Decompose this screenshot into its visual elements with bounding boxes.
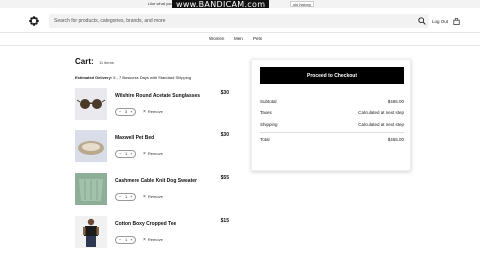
search-input[interactable] <box>54 14 414 28</box>
nav-pets[interactable]: Pets <box>253 36 262 41</box>
cart-title: Cart: <box>75 57 94 66</box>
remove-button[interactable]: × Remove <box>143 237 163 243</box>
total-row: Total $465.00 <box>260 137 404 145</box>
shipping-label: Shipping <box>260 122 278 127</box>
cart-item: Wilshire Round Acetate Sunglasses $30 − … <box>75 88 233 122</box>
proceed-to-checkout-button[interactable]: Proceed to Checkout <box>260 67 404 84</box>
decrease-quantity-button[interactable]: − <box>119 151 121 157</box>
quantity-stepper: − 1 + <box>115 150 136 158</box>
order-summary-panel: Proceed to Checkout Subtotal $465.00 Tax… <box>251 59 411 171</box>
subtotal-row: Subtotal $465.00 <box>260 99 404 107</box>
item-price: $15 <box>220 218 229 224</box>
item-price: $30 <box>220 90 229 96</box>
category-nav: Women Men Pets <box>0 33 480 46</box>
close-icon: × <box>143 151 146 157</box>
site-header: Log Out <box>0 8 480 33</box>
item-name[interactable]: Cotton Boxy Cropped Tee <box>115 221 176 227</box>
remove-label: Remove <box>147 151 163 156</box>
cropped-tee-image[interactable] <box>75 216 107 248</box>
quantity-value: 3 <box>125 109 128 114</box>
decrease-quantity-button[interactable]: − <box>119 237 121 243</box>
cart-item: Cotton Boxy Cropped Tee $15 − 1 + × Remov… <box>75 216 233 250</box>
taxes-row: Taxes Calculated at next step <box>260 110 404 118</box>
close-icon: × <box>143 109 146 115</box>
increase-quantity-button[interactable]: + <box>130 194 132 200</box>
sunglasses-image[interactable] <box>75 88 107 120</box>
remove-button[interactable]: × Remove <box>143 151 163 157</box>
brand-logo-icon[interactable] <box>29 16 39 26</box>
summary-divider <box>260 132 404 133</box>
cart-item: Cashmere Cable Knit Dog Sweater $55 − 1 … <box>75 173 233 207</box>
logout-link[interactable]: Log Out <box>432 19 448 24</box>
quantity-value: 1 <box>125 237 128 242</box>
remove-label: Remove <box>147 237 163 242</box>
cart-item-count: 11 items <box>99 60 114 65</box>
increase-quantity-button[interactable]: + <box>130 151 132 157</box>
quantity-stepper: − 1 + <box>115 236 136 244</box>
nav-men[interactable]: Men <box>234 36 243 41</box>
decrease-quantity-button[interactable]: − <box>119 194 121 200</box>
quantity-stepper: − 3 + <box>115 108 136 116</box>
remove-button[interactable]: × Remove <box>143 109 163 115</box>
quantity-value: 1 <box>125 151 128 156</box>
shipping-value: Calculated at next step <box>358 122 404 127</box>
quantity-value: 1 <box>125 194 128 199</box>
cart-item: Maxwell Pet Bed $30 − 1 + × Remove <box>75 130 233 164</box>
item-name[interactable]: Maxwell Pet Bed <box>115 135 154 141</box>
remove-button[interactable]: × Remove <box>143 194 163 200</box>
search-icon[interactable] <box>418 17 426 25</box>
pet-bed-image[interactable] <box>75 130 107 162</box>
item-price: $55 <box>220 175 229 181</box>
delivery-label: Estimated Delivery: <box>75 75 113 80</box>
taxes-value: Calculated at next step <box>358 110 404 115</box>
increase-quantity-button[interactable]: + <box>130 237 132 243</box>
subtotal-label: Subtotal <box>260 99 277 104</box>
nav-women[interactable]: Women <box>209 36 224 41</box>
subtotal-value: $465.00 <box>387 99 404 104</box>
delivery-text: 5 - 7 Business Days with Standard Shippi… <box>113 75 192 80</box>
taxes-label: Taxes <box>260 110 272 115</box>
remove-label: Remove <box>147 194 163 199</box>
decrease-quantity-button[interactable]: − <box>119 109 121 115</box>
close-icon: × <box>143 194 146 200</box>
item-price: $30 <box>220 132 229 138</box>
estimated-delivery: Estimated Delivery: 5 - 7 Business Days … <box>75 75 191 80</box>
shopping-bag-icon[interactable] <box>453 18 460 25</box>
promo-link[interactable]: ols history <box>290 1 315 7</box>
total-value: $465.00 <box>387 137 404 142</box>
quantity-stepper: − 1 + <box>115 193 136 201</box>
search-bar <box>49 14 429 28</box>
shipping-row: Shipping Calculated at next step <box>260 122 404 130</box>
dog-sweater-image[interactable] <box>75 173 107 205</box>
item-name[interactable]: Cashmere Cable Knit Dog Sweater <box>115 178 197 184</box>
remove-label: Remove <box>147 109 163 114</box>
increase-quantity-button[interactable]: + <box>130 109 132 115</box>
item-name[interactable]: Wilshire Round Acetate Sunglasses <box>115 93 200 99</box>
close-icon: × <box>143 237 146 243</box>
total-label: Total <box>260 137 270 142</box>
